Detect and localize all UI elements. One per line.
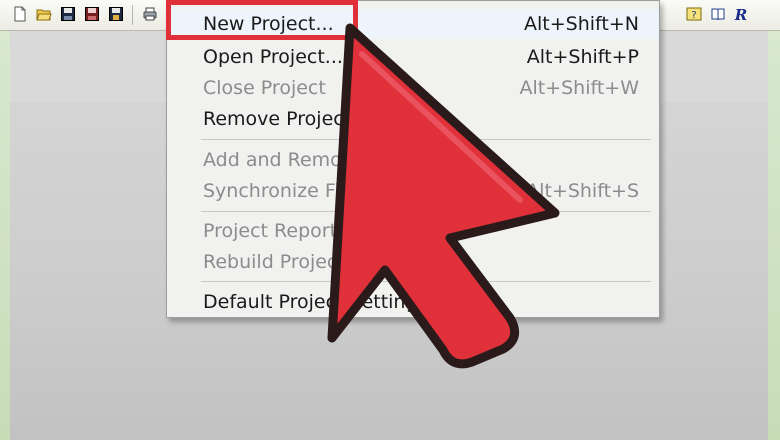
menu-separator [201,211,651,212]
menu-item-open-project[interactable]: Open Project... Alt+Shift+P [167,42,659,72]
save-icon[interactable] [60,6,76,22]
menu-item-add-remove: Add and Remov [167,145,659,175]
open-folder-icon[interactable] [36,6,52,22]
save-project-icon[interactable] [108,6,124,22]
menu-item-shortcut: Alt+Shift+N [524,13,639,35]
menu-item-shortcut: Alt+Shift+S [526,180,639,202]
menu-separator [201,281,651,282]
book-icon[interactable] [710,6,726,22]
menu-item-shortcut: Alt+Shift+P [526,46,639,68]
menu-item-rebuild-project: Rebuild Project [167,247,659,277]
menu-item-default-project-settings[interactable]: Default Project Settings... [167,287,659,317]
menu-item-label: Rebuild Project [203,251,345,273]
menu-item-label: Remove Project [203,108,352,130]
window-frame-left [0,0,10,440]
window-frame-right [768,0,780,440]
menu-item-project-report: Project Report... [167,216,659,246]
menu-item-shortcut: Alt+Shift+W [519,77,639,99]
svg-text:?: ? [691,10,696,21]
toolbar-separator [132,5,133,25]
menu-item-label: Add and Remov [203,149,354,171]
svg-text:R: R [734,6,747,22]
menu-item-label: Project Report... [203,220,356,242]
menu-item-label: Close Project [203,77,326,99]
menu-item-synchronize-files: Synchronize File Alt+Shift+S [167,176,659,206]
menu-separator [201,139,651,140]
save-all-icon[interactable] [84,6,100,22]
menu-item-label: Synchronize File [203,180,357,202]
run-icon[interactable]: R [733,6,749,22]
menu-item-label: Open Project... [203,46,343,68]
help-icon[interactable]: ? [686,6,702,22]
menu-item-label: Default Project Settings... [203,291,446,313]
menu-item-remove-project[interactable]: Remove Project [167,104,659,134]
annotation-highlight-box [166,0,358,40]
print-icon[interactable] [142,6,158,22]
menu-item-close-project: Close Project Alt+Shift+W [167,73,659,103]
project-dropdown-menu: New Project... Alt+Shift+N Open Project.… [166,0,660,318]
new-file-icon[interactable] [12,6,28,22]
